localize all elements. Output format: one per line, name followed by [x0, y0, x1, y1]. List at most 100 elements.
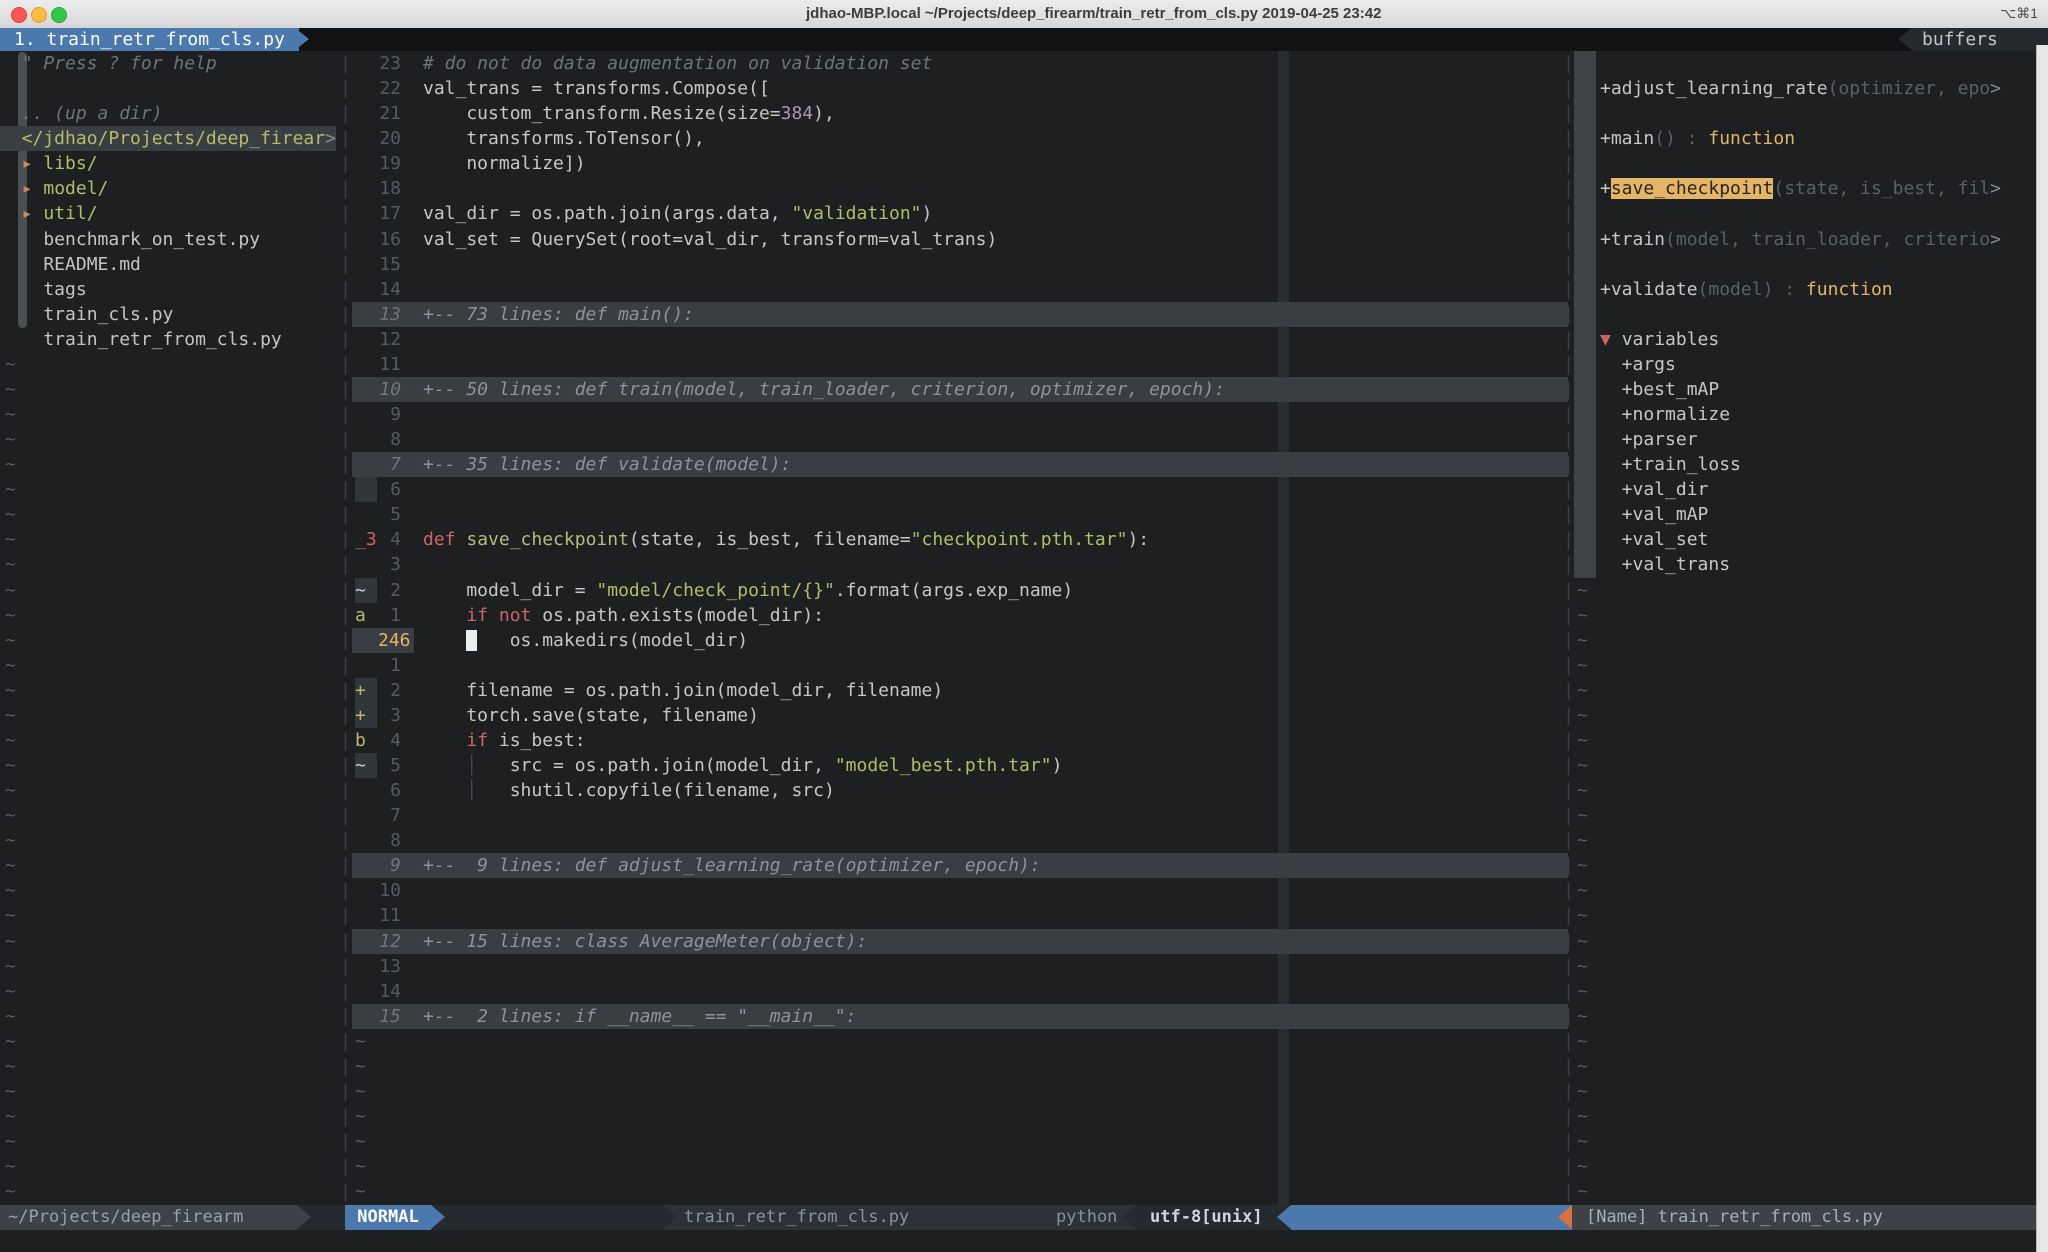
tag-entry[interactable]: ~: [1574, 603, 2036, 628]
tag-entry[interactable]: +normalize: [1574, 402, 2036, 427]
tree-item[interactable]: ▸ util/: [0, 201, 336, 226]
minimize-button[interactable]: [31, 7, 47, 23]
tag-entry[interactable]: +val_mAP: [1574, 502, 2036, 527]
tag-entry[interactable]: ~: [1574, 979, 2036, 1004]
tree-item[interactable]: ~: [0, 853, 336, 878]
tag-entry[interactable]: ~: [1574, 753, 2036, 778]
code-line[interactable]: +2 filename = os.path.join(model_dir, fi…: [352, 678, 1568, 703]
code-line[interactable]: _34def save_checkpoint(state, is_best, f…: [352, 527, 1568, 552]
buffers-label[interactable]: buffers: [1922, 28, 1998, 51]
tree-item[interactable]: ~: [0, 502, 336, 527]
code-line[interactable]: ~: [352, 1054, 1568, 1079]
tree-item[interactable]: ~: [0, 878, 336, 903]
tree-item[interactable]: ~: [0, 552, 336, 577]
code-line[interactable]: ~: [352, 1029, 1568, 1054]
tag-entry[interactable]: [1574, 252, 2036, 277]
tag-entry[interactable]: +validate(model) : function: [1574, 277, 2036, 302]
tag-entry[interactable]: ~: [1574, 1129, 2036, 1154]
tree-item[interactable]: ~: [0, 929, 336, 954]
tree-item[interactable]: README.md: [0, 252, 336, 277]
tag-entry[interactable]: ~: [1574, 1079, 2036, 1104]
tree-item[interactable]: ~: [0, 828, 336, 853]
tag-entry[interactable]: +train(model, train_loader, criterio>: [1574, 227, 2036, 252]
tree-item[interactable]: ▸ libs/: [0, 151, 336, 176]
tree-item[interactable]: ~: [0, 427, 336, 452]
tree-item[interactable]: ~: [0, 477, 336, 502]
tree-item[interactable]: benchmark_on_test.py: [0, 227, 336, 252]
tag-entry[interactable]: [1574, 51, 2036, 76]
code-line[interactable]: 13: [352, 954, 1568, 979]
tree-item[interactable]: ~: [0, 1154, 336, 1179]
tab-train-retr-from-cls[interactable]: 1. train_retr_from_cls.py: [0, 28, 299, 51]
tree-item[interactable]: ~: [0, 753, 336, 778]
tree-item[interactable]: .. (up a dir): [0, 101, 336, 126]
code-line[interactable]: ~: [352, 1179, 1568, 1204]
tag-entry[interactable]: ~: [1574, 903, 2036, 928]
tag-entry[interactable]: ~: [1574, 853, 2036, 878]
scrollbar[interactable]: [2036, 45, 2048, 1252]
code-line[interactable]: 246 os.makedirs(model_dir): [352, 628, 1568, 653]
tag-entry[interactable]: [1574, 201, 2036, 226]
tree-item[interactable]: ~: [0, 1104, 336, 1129]
tag-entry[interactable]: ▼ variables: [1574, 327, 2036, 352]
tree-item[interactable]: </jdhao/Projects/deep_firear>: [0, 126, 336, 151]
tree-item[interactable]: ~: [0, 1179, 336, 1204]
tag-entry[interactable]: +val_dir: [1574, 477, 2036, 502]
tag-entry[interactable]: +adjust_learning_rate(optimizer, epo>: [1574, 76, 2036, 101]
tag-entry[interactable]: [1574, 302, 2036, 327]
code-line[interactable]: 3: [352, 552, 1568, 577]
tree-item[interactable]: ~: [0, 803, 336, 828]
tree-item[interactable]: ~: [0, 603, 336, 628]
code-line[interactable]: 8: [352, 828, 1568, 853]
tag-entry[interactable]: ~: [1574, 929, 2036, 954]
tag-entry[interactable]: +save_checkpoint(state, is_best, fil>: [1574, 176, 2036, 201]
code-line[interactable]: 10: [352, 878, 1568, 903]
tag-entry[interactable]: ~: [1574, 878, 2036, 903]
tag-entry[interactable]: ~: [1574, 828, 2036, 853]
tree-item[interactable]: train_cls.py: [0, 302, 336, 327]
code-line[interactable]: 9: [352, 402, 1568, 427]
tag-entry[interactable]: ~: [1574, 954, 2036, 979]
code-line[interactable]: 7: [352, 803, 1568, 828]
code-line[interactable]: ~2 model_dir = "model/check_point/{}".fo…: [352, 578, 1568, 603]
code-line[interactable]: 9+-- 9 lines: def adjust_learning_rate(o…: [352, 853, 1568, 878]
code-line[interactable]: 14: [352, 979, 1568, 1004]
tree-item[interactable]: ~: [0, 979, 336, 1004]
code-line[interactable]: 16val_set = QuerySet(root=val_dir, trans…: [352, 227, 1568, 252]
tree-item[interactable]: tags: [0, 277, 336, 302]
code-line[interactable]: 10+-- 50 lines: def train(model, train_l…: [352, 377, 1568, 402]
tree-item[interactable]: ~: [0, 377, 336, 402]
tag-entry[interactable]: [1574, 101, 2036, 126]
code-line[interactable]: 6: [352, 477, 1568, 502]
code-line[interactable]: ~5 │ src = os.path.join(model_dir, "mode…: [352, 753, 1568, 778]
tree-item[interactable]: ~: [0, 1054, 336, 1079]
tree-item[interactable]: " Press ? for help: [0, 51, 336, 76]
tag-entry[interactable]: +best_mAP: [1574, 377, 2036, 402]
code-line[interactable]: 20 transforms.ToTensor(),: [352, 126, 1568, 151]
tag-entry[interactable]: ~: [1574, 778, 2036, 803]
code-line[interactable]: ~: [352, 1104, 1568, 1129]
code-line[interactable]: 12: [352, 327, 1568, 352]
tag-entry[interactable]: ~: [1574, 1104, 2036, 1129]
tag-entry[interactable]: +val_trans: [1574, 552, 2036, 577]
tree-item[interactable]: ~: [0, 578, 336, 603]
tree-item[interactable]: ~: [0, 1004, 336, 1029]
close-button[interactable]: [11, 7, 27, 23]
code-line[interactable]: 11: [352, 352, 1568, 377]
tag-entry[interactable]: ~: [1574, 1154, 2036, 1179]
code-line[interactable]: 7+-- 35 lines: def validate(model):: [352, 452, 1568, 477]
code-line[interactable]: 21 custom_transform.Resize(size=384),: [352, 101, 1568, 126]
zoom-button[interactable]: [51, 7, 67, 23]
code-line[interactable]: 14: [352, 277, 1568, 302]
tree-item[interactable]: ~: [0, 653, 336, 678]
code-line[interactable]: b4 if is_best:: [352, 728, 1568, 753]
code-line[interactable]: 23# do not do data augmentation on valid…: [352, 51, 1568, 76]
tree-item[interactable]: ~: [0, 628, 336, 653]
tree-item[interactable]: ~: [0, 1029, 336, 1054]
tag-entry[interactable]: +args: [1574, 352, 2036, 377]
tree-item[interactable]: ~: [0, 728, 336, 753]
tree-item[interactable]: ~: [0, 1079, 336, 1104]
tag-entry[interactable]: ~: [1574, 1004, 2036, 1029]
tree-item[interactable]: ~: [0, 402, 336, 427]
tag-entry[interactable]: ~: [1574, 803, 2036, 828]
